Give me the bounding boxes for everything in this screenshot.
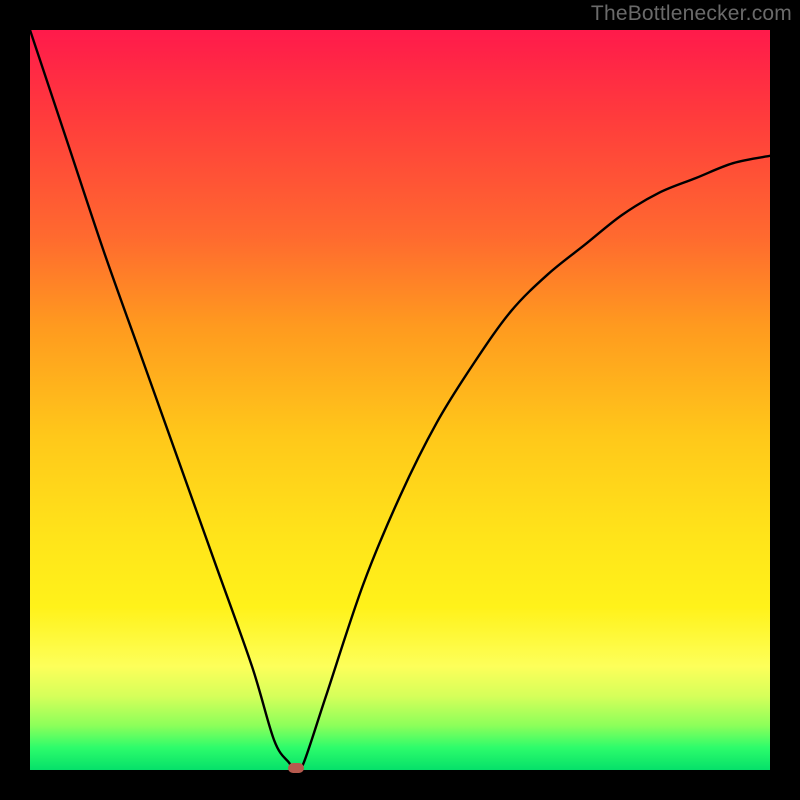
watermark-text: TheBottlenecker.com bbox=[591, 2, 792, 26]
chart-curve-layer bbox=[30, 30, 770, 770]
bottleneck-curve bbox=[30, 30, 770, 770]
bottleneck-marker bbox=[288, 763, 304, 773]
chart-frame: TheBottlenecker.com bbox=[0, 0, 800, 800]
